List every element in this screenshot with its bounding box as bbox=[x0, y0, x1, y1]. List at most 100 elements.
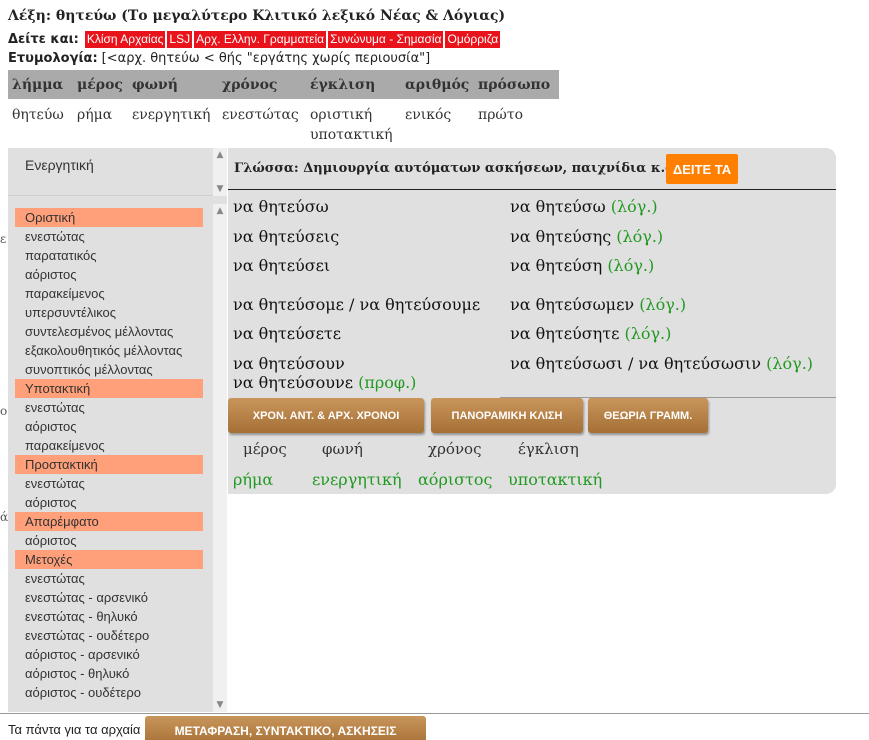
conj-left-2pl: να θητεύσετε bbox=[233, 324, 342, 343]
conj-right-form: να θητεύση bbox=[510, 256, 603, 275]
info-header-voice: φωνή bbox=[322, 440, 363, 458]
link-synonyma[interactable]: Συνώνυμα - Σημασία bbox=[328, 31, 444, 48]
tense-item[interactable]: αόριστος bbox=[8, 531, 213, 550]
morph-value-mood-1: οριστική bbox=[310, 107, 373, 123]
scroll-up-arrow-icon[interactable]: ▲ bbox=[213, 204, 227, 218]
edge-glyph: ο bbox=[0, 404, 8, 418]
morph-value-lemma: θητεύω bbox=[12, 107, 64, 123]
morph-header-voice: φωνή bbox=[128, 70, 218, 99]
mood-heading[interactable]: Μετοχές bbox=[15, 550, 203, 569]
tense-item[interactable]: αόριστος - θηλυκό bbox=[8, 664, 213, 683]
scroll-up-arrow-icon[interactable]: ▲ bbox=[213, 148, 227, 162]
conj-right-3sg: να θητεύση (λόγ.) bbox=[510, 256, 654, 275]
info-value-part: ρήμα bbox=[233, 470, 274, 489]
morph-value-tense: ενεστώτας bbox=[222, 107, 299, 123]
info-value-tense: αόριστος bbox=[418, 470, 493, 489]
mood-heading[interactable]: Οριστική bbox=[15, 208, 203, 227]
tense-item[interactable]: αόριστος bbox=[8, 493, 213, 512]
morph-value-voice: ενεργητική bbox=[132, 107, 211, 123]
conj-right-form: να θητεύσωσι / να θητεύσωσιν bbox=[510, 354, 762, 373]
tense-item[interactable]: υπερσυντέλικος bbox=[8, 303, 213, 322]
divider bbox=[228, 189, 836, 190]
morph-value-mood-2: υποτακτική bbox=[310, 127, 393, 143]
conj-left-3pl-alt-form: να θητεύσουνε bbox=[233, 373, 353, 392]
tense-item[interactable]: συνοπτικός μέλλοντας bbox=[8, 360, 213, 379]
morph-value-person: πρώτο bbox=[478, 107, 524, 123]
conj-left-3pl: να θητεύσουν bbox=[233, 354, 345, 373]
conj-left-1pl: να θητεύσομε / να θητεύσουμε bbox=[233, 295, 481, 314]
tense-item[interactable]: ενεστώτας bbox=[8, 569, 213, 588]
conj-right-2sg: να θητεύσης (λόγ.) bbox=[510, 227, 663, 246]
tense-sidebar: Ενεργητική ▲ ▼ Οριστική ενεστώτας παρατατι… bbox=[8, 148, 227, 712]
tense-item[interactable]: αόριστος bbox=[8, 417, 213, 436]
tense-item[interactable]: αόριστος bbox=[8, 265, 213, 284]
chron-ant-button[interactable]: ΧΡΟΝ. ΑΝΤ. & ΑΡΧ. ΧΡΟΝΟΙ bbox=[228, 398, 424, 433]
morphology-values-row: θητεύω ρήμα ενεργητική ενεστώτας οριστικ… bbox=[8, 99, 559, 151]
footer-text: Τα πάντα για τα αρχαία bbox=[8, 722, 141, 737]
conj-right-1pl: να θητεύσωμεν (λόγ.) bbox=[510, 295, 686, 314]
scroll-down-arrow-icon[interactable]: ▼ bbox=[213, 182, 227, 196]
translation-syntax-exercises-button[interactable]: ΜΕΤΑΦΡΑΣΗ, ΣΥΝΤΑΚΤΙΚΟ, ΑΣΚΗΣΕΙΣ bbox=[145, 716, 426, 740]
tense-item[interactable]: ενεστώτας - ουδέτερο bbox=[8, 626, 213, 645]
morphology-header-row: λήμμα μέρος φωνή χρόνος έγκλιση αριθμός … bbox=[8, 70, 559, 99]
conj-left-2sg: να θητεύσεις bbox=[233, 227, 340, 246]
tense-item[interactable]: αόριστος - ουδέτερο bbox=[8, 683, 213, 702]
morph-header-part: μέρος bbox=[73, 70, 128, 99]
morph-header-tense: χρόνος bbox=[218, 70, 306, 99]
mood-heading[interactable]: Απαρέμφατο bbox=[15, 512, 203, 531]
learned-tag: (λόγ.) bbox=[624, 324, 672, 343]
tense-list: Οριστική ενεστώτας παρατατικός αόριστος παρα… bbox=[8, 208, 213, 702]
tense-item[interactable]: ενεστώτας bbox=[8, 227, 213, 246]
tense-item[interactable]: ενεστώτας - αρσενικό bbox=[8, 588, 213, 607]
voice-scrollbar[interactable]: ▲ ▼ bbox=[213, 148, 227, 196]
morph-header-number: αριθμός bbox=[401, 70, 474, 99]
conj-right-form: να θητεύσω bbox=[510, 197, 606, 216]
etymology-label: Ετυμολογία: bbox=[8, 51, 98, 66]
mood-heading[interactable]: Υποτακτική bbox=[15, 379, 203, 398]
learned-tag: (λόγ.) bbox=[639, 295, 687, 314]
conj-right-form: να θητεύσωμεν bbox=[510, 295, 635, 314]
tense-item[interactable]: ενεστώτας bbox=[8, 474, 213, 493]
link-omorriza[interactable]: Ομόρριζα bbox=[445, 31, 501, 48]
tense-item[interactable]: αόριστος - αρσενικό bbox=[8, 645, 213, 664]
colloquial-tag: (προφ.) bbox=[358, 373, 417, 392]
link-lsj[interactable]: LSJ bbox=[167, 31, 193, 48]
conj-left-3sg: να θητεύσει bbox=[233, 256, 331, 275]
scroll-down-arrow-icon[interactable]: ▼ bbox=[213, 698, 227, 712]
learned-tag: (λόγ.) bbox=[610, 197, 658, 216]
mood-heading[interactable]: Προστακτική bbox=[15, 455, 203, 474]
conj-left-1sg: να θητεύσω bbox=[233, 197, 329, 216]
panoramic-conjugation-button[interactable]: ΠΑΝΟΡΑΜΙΚΗ ΚΛΙΣΗ bbox=[431, 398, 583, 433]
voice-select-box[interactable]: Ενεργητική ▲ ▼ bbox=[8, 148, 227, 196]
tense-item[interactable]: παρατατικός bbox=[8, 246, 213, 265]
tense-item[interactable]: ενεστώτας - θηλυκό bbox=[8, 607, 213, 626]
conjugation-panel: Γλώσσα: Δημιουργία αυτόματων ασκήσεων, π… bbox=[228, 148, 836, 494]
grammar-theory-button[interactable]: ΘΕΩΡΙΑ ΓΡΑΜΜ. bbox=[588, 398, 708, 433]
voice-option[interactable]: Ενεργητική bbox=[25, 157, 94, 173]
morph-value-part: ρήμα bbox=[77, 107, 113, 123]
tense-item[interactable]: παρακείμενος bbox=[8, 436, 213, 455]
tense-item[interactable]: παρακείμενος bbox=[8, 284, 213, 303]
tense-scrollbar[interactable]: ▲ ▼ bbox=[213, 204, 227, 712]
etymology-text: [<αρχ. θητεύω < θής "εργάτης χωρίς περιο… bbox=[101, 51, 431, 66]
conj-right-1sg: να θητεύσω (λόγ.) bbox=[510, 197, 658, 216]
morph-header-lemma: λήμμα bbox=[8, 70, 73, 99]
see-also-bar: Δείτε και: Κλίση Αρχαίας LSJ Αρχ. Ελλην.… bbox=[8, 31, 502, 48]
edge-glyph: ά bbox=[0, 510, 9, 524]
conj-right-3pl: να θητεύσωσι / να θητεύσωσιν (λόγ.) bbox=[510, 354, 813, 373]
divider bbox=[0, 713, 869, 714]
see-them-button[interactable]: ΔΕΙΤΕ ΤΑ bbox=[666, 154, 738, 184]
learned-tag: (λόγ.) bbox=[616, 227, 664, 246]
tense-item[interactable]: εξακολουθητικός μέλλοντας bbox=[8, 341, 213, 360]
morph-header-person: πρόσωπο bbox=[474, 70, 559, 99]
link-arx-ell-grammateia[interactable]: Αρχ. Ελλην. Γραμματεία bbox=[194, 31, 327, 48]
info-header-part: μέρος bbox=[243, 440, 287, 458]
info-header-mood: έγκλιση bbox=[518, 440, 579, 458]
learned-tag: (λόγ.) bbox=[607, 256, 655, 275]
tense-item[interactable]: ενεστώτας bbox=[8, 398, 213, 417]
link-klisi-arxaias[interactable]: Κλίση Αρχαίας bbox=[84, 31, 166, 48]
morph-value-number: ενικός bbox=[405, 107, 452, 123]
tense-item[interactable]: συντελεσμένος μέλλοντας bbox=[8, 322, 213, 341]
conj-right-form: να θητεύσης bbox=[510, 227, 612, 246]
conj-left-3pl-alt: να θητεύσουνε (προφ.) bbox=[233, 373, 416, 392]
